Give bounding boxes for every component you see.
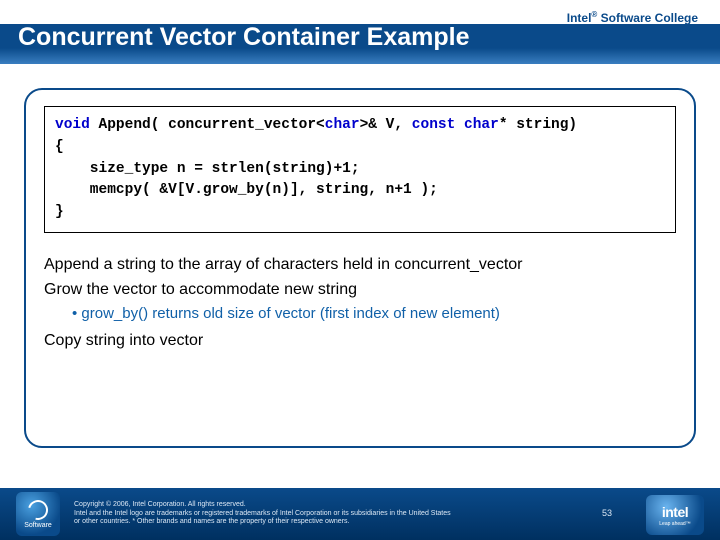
content-box: void Append( concurrent_vector<char>& V,… [24, 88, 696, 448]
code-kw-void: void [55, 117, 90, 133]
swirl-icon [24, 496, 51, 523]
footer-legal-1: Intel and the Intel logo are trademarks … [74, 510, 451, 518]
brand-prefix: Intel [567, 11, 592, 25]
page-number: 53 [602, 508, 612, 518]
code-line: size_type n = strlen(string)+1; [55, 161, 360, 177]
code-line: memcpy( &V[V.grow_by(n)], string, n+1 ); [55, 182, 438, 198]
desc-line-1: Append a string to the array of characte… [44, 253, 676, 276]
intel-logo-icon: intel Leap ahead™ [646, 495, 704, 535]
code-seg: >& V, [360, 117, 412, 133]
intel-tagline: Leap ahead™ [659, 521, 690, 527]
title-bar: Concurrent Vector Container Example [0, 24, 720, 64]
footer-legal-2: or other countries. * Other brands and n… [74, 518, 451, 526]
desc-line-2: Grow the vector to accommodate new strin… [44, 278, 676, 301]
slide-title: Concurrent Vector Container Example [0, 22, 470, 52]
code-seg: * string) [499, 117, 577, 133]
description: Append a string to the array of characte… [44, 253, 676, 352]
code-kw-constchar: const char [412, 117, 499, 133]
desc-line-3: Copy string into vector [44, 329, 676, 352]
footer-legal: Copyright © 2006, Intel Corporation. All… [74, 501, 451, 526]
brand-suffix: Software College [597, 11, 698, 25]
code-line: } [55, 204, 64, 220]
footer: Software Copyright © 2006, Intel Corpora… [0, 488, 720, 540]
brand-label: Intel® Software College [567, 10, 698, 25]
code-kw-char: char [325, 117, 360, 133]
intel-software-badge-icon: Software [16, 492, 60, 536]
slide: Intel® Software College Concurrent Vecto… [0, 0, 720, 540]
code-seg: Append( concurrent_vector< [90, 117, 325, 133]
desc-bullet-1: grow_by() returns old size of vector (fi… [72, 303, 676, 325]
footer-copyright: Copyright © 2006, Intel Corporation. All… [74, 501, 451, 509]
code-line: { [55, 139, 64, 155]
code-block: void Append( concurrent_vector<char>& V,… [44, 106, 676, 233]
intel-word: intel [662, 504, 688, 520]
badge-text: Software [24, 522, 52, 529]
